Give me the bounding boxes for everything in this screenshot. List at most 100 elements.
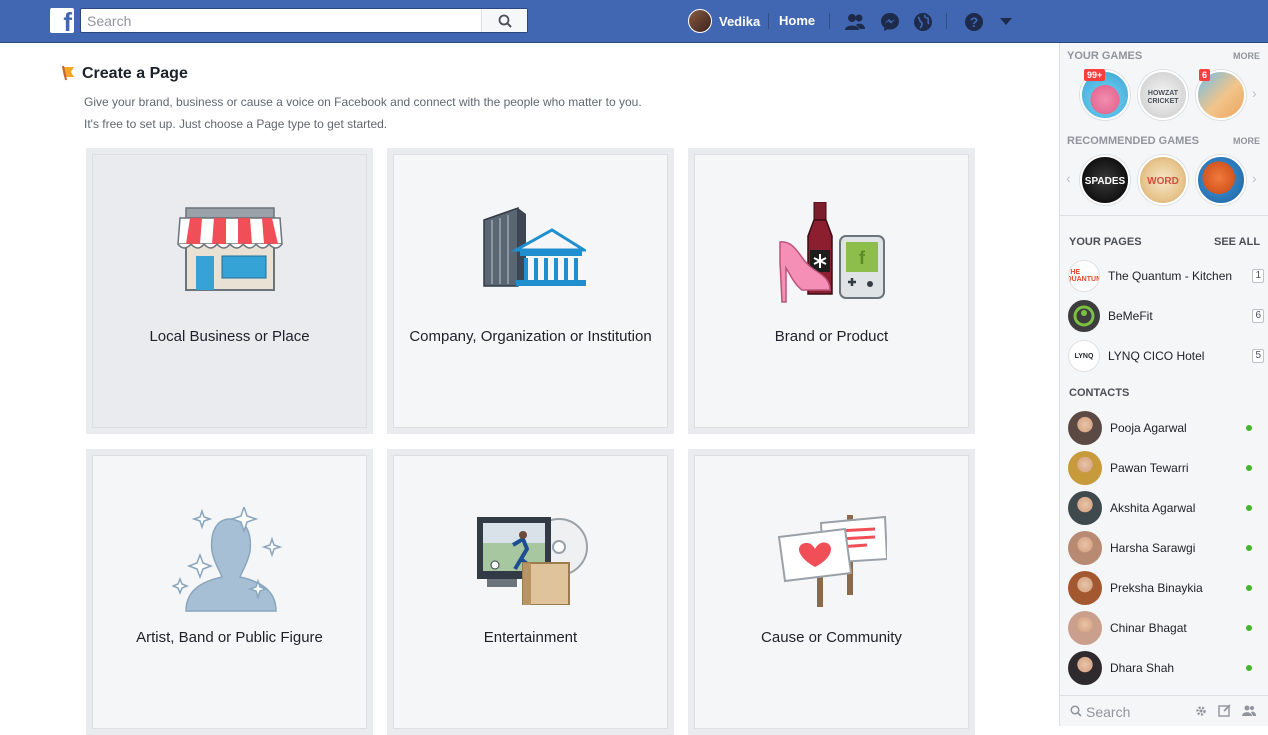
contact-name: Preksha Binaykia (1110, 581, 1203, 595)
card-label: Cause or Community (761, 629, 902, 646)
friend-requests-icon[interactable] (844, 11, 866, 33)
page-thumb: LYNQ (1068, 340, 1100, 372)
card-label: Local Business or Place (149, 328, 310, 345)
card-label: Brand or Product (774, 328, 889, 345)
avatar (1068, 531, 1102, 565)
online-status-dot (1246, 505, 1252, 511)
messenger-icon[interactable] (879, 11, 901, 33)
search-input[interactable] (87, 12, 477, 30)
game-title: SPADES (1084, 176, 1126, 187)
game-notification-badge: 99+ (1084, 69, 1106, 81)
contact-name: Chinar Bhagat (1110, 621, 1187, 635)
create-page-panel: Create a Page Give your brand, business … (0, 43, 1059, 735)
page-item[interactable]: LYNQ LYNQ CICO Hotel 5 (1068, 340, 1264, 372)
avatar (688, 9, 712, 33)
search-box (80, 8, 528, 33)
contact-name: Harsha Sarawgi (1110, 541, 1196, 555)
new-group-icon[interactable] (1242, 704, 1256, 717)
page-name: BeMeFit (1108, 309, 1153, 323)
your-games-header: YOUR GAMES (1067, 50, 1143, 62)
storefront-icon (176, 207, 283, 291)
brand-products-icon: f (778, 202, 885, 303)
contact-name: Pooja Agarwal (1110, 421, 1187, 435)
gear-icon[interactable] (1195, 705, 1207, 717)
card-label: Entertainment (483, 629, 578, 646)
contact-name: Akshita Agarwal (1110, 501, 1196, 515)
contact-item[interactable]: Akshita Agarwal (1068, 491, 1252, 525)
bemefit-logo-icon (1073, 305, 1095, 327)
right-sidebar: YOUR GAMES MORE 99+ HOWZAT CRICKET 6 › R… (1059, 43, 1268, 726)
new-message-icon[interactable] (1218, 704, 1231, 717)
page-type-card-company[interactable]: Company, Organization or Institution (387, 148, 674, 434)
avatar (1068, 451, 1102, 485)
online-status-dot (1246, 465, 1252, 471)
avatar (1068, 611, 1102, 645)
sidebar-divider (1060, 215, 1268, 216)
page-type-card-cause-community[interactable]: Cause or Community (688, 449, 975, 735)
contact-item[interactable]: Harsha Sarawgi (1068, 531, 1252, 565)
page-thumb: THE QUANTUM (1068, 260, 1100, 292)
public-figure-icon (171, 507, 282, 612)
page-name: The Quantum - Kitchen (1108, 269, 1233, 283)
avatar (1068, 571, 1102, 605)
avatar (1068, 411, 1102, 445)
page-type-card-artist[interactable]: Artist, Band or Public Figure (86, 449, 373, 735)
see-all-link[interactable]: SEE ALL (1214, 236, 1260, 248)
contacts-header: CONTACTS (1069, 387, 1130, 399)
office-buildings-icon (482, 206, 586, 287)
page-notification-count: 1 (1252, 269, 1264, 283)
contact-name: Dhara Shah (1110, 661, 1175, 675)
chat-search-input[interactable] (1086, 703, 1196, 721)
home-link[interactable]: Home (779, 13, 815, 28)
online-status-dot (1246, 665, 1252, 671)
protest-signs-icon (777, 515, 887, 607)
contact-item[interactable]: Pawan Tewarri (1068, 451, 1252, 485)
svg-text:f: f (859, 248, 866, 268)
search-button[interactable] (481, 9, 527, 32)
svg-text:?: ? (970, 14, 979, 30)
card-label: Artist, Band or Public Figure (136, 629, 323, 646)
page-subtitle: Give your brand, business or cause a voi… (84, 95, 642, 109)
game-basketball-icon[interactable] (1196, 155, 1246, 205)
recommended-prev-chevron-left-icon[interactable]: ‹ (1066, 170, 1071, 186)
game-word-icon[interactable]: WORD (1138, 155, 1188, 205)
your-pages-header: YOUR PAGES (1069, 236, 1142, 248)
nav-divider (768, 13, 769, 29)
top-navigation-bar: f Vedika Home ? (0, 0, 1268, 43)
games-more-link[interactable]: MORE (1233, 51, 1260, 61)
page-name: LYNQ CICO Hotel (1108, 349, 1205, 363)
page-notification-count: 5 (1252, 349, 1264, 363)
recommended-more-link[interactable]: MORE (1233, 136, 1260, 146)
page-notification-count: 6 (1252, 309, 1264, 323)
game-howzat-cricket-icon[interactable]: HOWZAT CRICKET (1138, 70, 1188, 120)
page-type-card-brand-product[interactable]: f Brand or Product (688, 148, 975, 434)
recommended-games-header: RECOMMENDED GAMES (1067, 135, 1200, 147)
game-spades-icon[interactable]: SPADES (1080, 155, 1130, 205)
entertainment-icon (476, 517, 588, 605)
page-item[interactable]: BeMeFit 6 (1068, 300, 1264, 332)
recommended-next-chevron-right-icon[interactable]: › (1252, 170, 1257, 186)
profile-link[interactable]: Vedika (688, 8, 760, 34)
facebook-logo[interactable]: f (50, 8, 74, 33)
search-icon (498, 14, 512, 28)
game-notification-badge: 6 (1199, 69, 1211, 81)
contact-item[interactable]: Chinar Bhagat (1068, 611, 1252, 645)
contact-item[interactable]: Pooja Agarwal (1068, 411, 1252, 445)
page-type-card-local-business[interactable]: Local Business or Place (86, 148, 373, 434)
game-title: WORD (1147, 176, 1179, 187)
page-item[interactable]: THE QUANTUM The Quantum - Kitchen 1 (1068, 260, 1264, 292)
online-status-dot (1246, 585, 1252, 591)
games-next-chevron-right-icon[interactable]: › (1252, 85, 1257, 101)
chat-search-bar (1060, 695, 1268, 726)
contact-item[interactable]: Dhara Shah (1068, 651, 1252, 685)
page-type-card-entertainment[interactable]: Entertainment (387, 449, 674, 735)
contact-item[interactable]: Preksha Binaykia (1068, 571, 1252, 605)
online-status-dot (1246, 545, 1252, 551)
account-menu-chevron-down-icon[interactable] (995, 11, 1017, 33)
online-status-dot (1246, 425, 1252, 431)
avatar (1068, 491, 1102, 525)
notifications-globe-icon[interactable] (912, 11, 934, 33)
page-title: Create a Page (82, 65, 188, 82)
user-name: Vedika (719, 13, 761, 29)
help-icon[interactable]: ? (963, 11, 985, 33)
